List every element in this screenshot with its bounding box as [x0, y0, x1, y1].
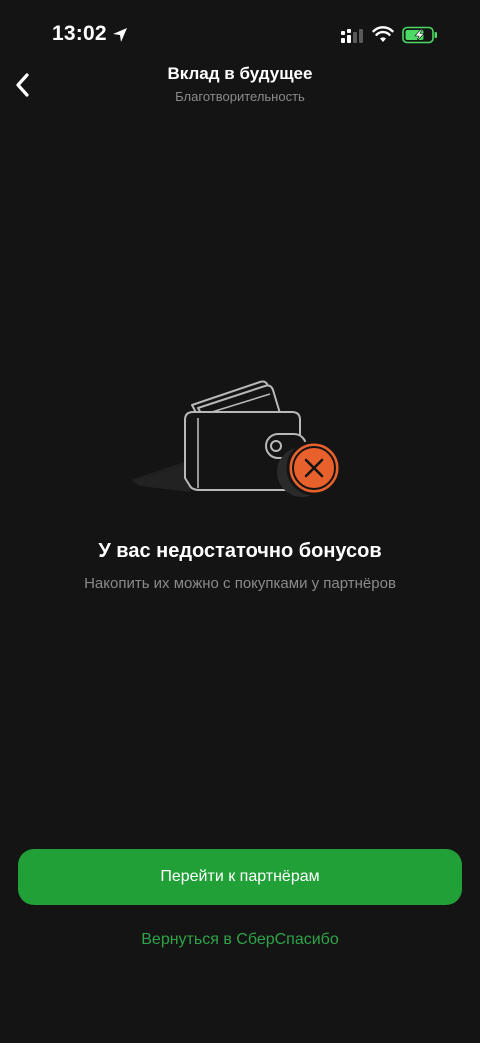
status-time: 13:02: [52, 22, 107, 45]
cellular-signal-icon: [341, 29, 363, 43]
header: Вклад в будущее Благотворительность: [0, 56, 480, 116]
wifi-icon: [372, 26, 394, 42]
empty-state-subtitle: Накопить их можно с покупками у партнёро…: [84, 575, 396, 592]
page-subtitle: Благотворительность: [175, 89, 305, 104]
battery-charging-icon: [402, 26, 437, 44]
empty-state-title: У вас недостаточно бонусов: [98, 540, 382, 562]
return-to-sberspasibo-link[interactable]: Вернуться в СберСпасибо: [0, 931, 480, 949]
wallet-empty-icon: [130, 380, 342, 497]
go-to-partners-button[interactable]: Перейти к партнёрам: [18, 849, 462, 905]
screen: 13:02 Вклад в будущее Благотворительност…: [0, 0, 480, 1043]
page-title: Вклад в будущее: [167, 64, 313, 83]
location-arrow-icon: [113, 28, 127, 42]
